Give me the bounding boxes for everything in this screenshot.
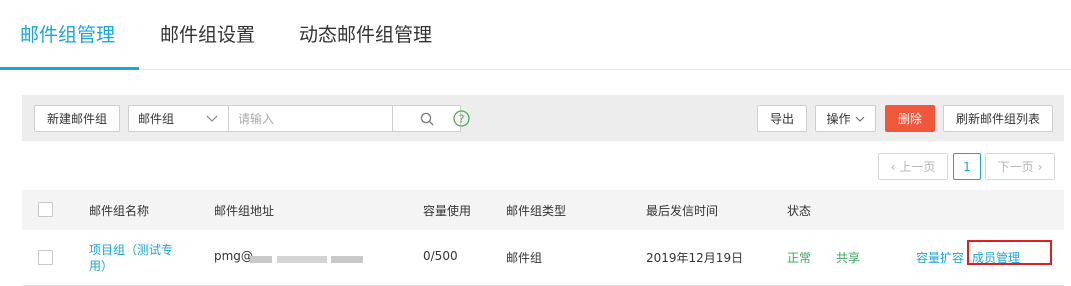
- table-row: 项目组（测试专 用） pmg@ 0/500 邮件组 2019年12月19日 正常…: [22, 231, 1064, 286]
- redacted-address-block: [250, 256, 272, 263]
- search-icon: [420, 112, 433, 125]
- row-checkbox[interactable]: [38, 250, 53, 265]
- member-management-highlight: [967, 240, 1052, 265]
- redacted-address-block: [277, 256, 327, 263]
- expand-capacity-link[interactable]: 容量扩容: [916, 249, 964, 266]
- group-name-line1: 项目组（测试专: [89, 243, 174, 257]
- tab-group-settings[interactable]: 邮件组设置: [160, 20, 255, 47]
- column-header-type: 邮件组类型: [506, 204, 567, 218]
- redacted-address-block: [331, 256, 363, 263]
- chevron-down-icon: [855, 116, 864, 122]
- capacity-usage: 0/500: [423, 249, 458, 263]
- help-icon[interactable]: ?: [453, 110, 470, 127]
- actions-dropdown[interactable]: 操作: [815, 105, 876, 132]
- group-name-link[interactable]: 项目组（测试专 用）: [89, 242, 173, 274]
- prev-page-button[interactable]: ‹ 上一页: [878, 153, 948, 180]
- select-all-checkbox[interactable]: [38, 202, 53, 217]
- search-input[interactable]: [229, 106, 392, 131]
- chevron-down-icon: [206, 115, 218, 122]
- tab-bar: 邮件组管理 邮件组设置 动态邮件组管理: [0, 0, 1071, 70]
- tab-dynamic-group-management[interactable]: 动态邮件组管理: [299, 20, 432, 47]
- tab-group-management[interactable]: 邮件组管理: [20, 20, 115, 47]
- active-tab-indicator: [0, 67, 139, 70]
- group-type: 邮件组: [506, 251, 543, 265]
- group-name-line2: 用）: [89, 259, 114, 273]
- column-header-status: 状态: [787, 204, 812, 218]
- search-field-select[interactable]: 邮件组: [129, 106, 229, 131]
- page-number-current[interactable]: 1: [953, 153, 981, 180]
- column-header-name: 邮件组名称: [89, 204, 150, 218]
- toolbar: 新建邮件组 邮件组 ? 导出 操作 删除 刷新邮件组列表: [22, 95, 1064, 141]
- column-header-last-sent: 最后发信时间: [646, 204, 719, 218]
- prev-page-label: 上一页: [899, 160, 936, 174]
- search-group: 邮件组: [128, 105, 461, 132]
- chevron-right-icon: ›: [1037, 159, 1043, 174]
- share-badge: 共享: [836, 251, 861, 265]
- column-header-capacity: 容量使用: [423, 204, 472, 218]
- next-page-button[interactable]: 下一页 ›: [985, 153, 1055, 180]
- export-button[interactable]: 导出: [757, 105, 807, 132]
- next-page-label: 下一页: [997, 160, 1034, 174]
- search-field-select-value: 邮件组: [138, 112, 175, 126]
- search-button[interactable]: [392, 106, 460, 131]
- delete-button[interactable]: 删除: [885, 105, 935, 132]
- new-group-button[interactable]: 新建邮件组: [34, 105, 120, 132]
- refresh-list-button[interactable]: 刷新邮件组列表: [943, 105, 1053, 132]
- group-address: pmg@: [214, 249, 253, 263]
- last-sent-time: 2019年12月19日: [646, 251, 744, 265]
- table-header: 邮件组名称 邮件组地址 容量使用 邮件组类型 最后发信时间 状态: [22, 190, 1064, 230]
- chevron-left-icon: ‹: [890, 159, 896, 174]
- column-header-address: 邮件组地址: [214, 204, 275, 218]
- svg-text:?: ?: [459, 113, 465, 126]
- actions-dropdown-label: 操作: [826, 112, 851, 126]
- status-badge: 正常: [787, 251, 812, 265]
